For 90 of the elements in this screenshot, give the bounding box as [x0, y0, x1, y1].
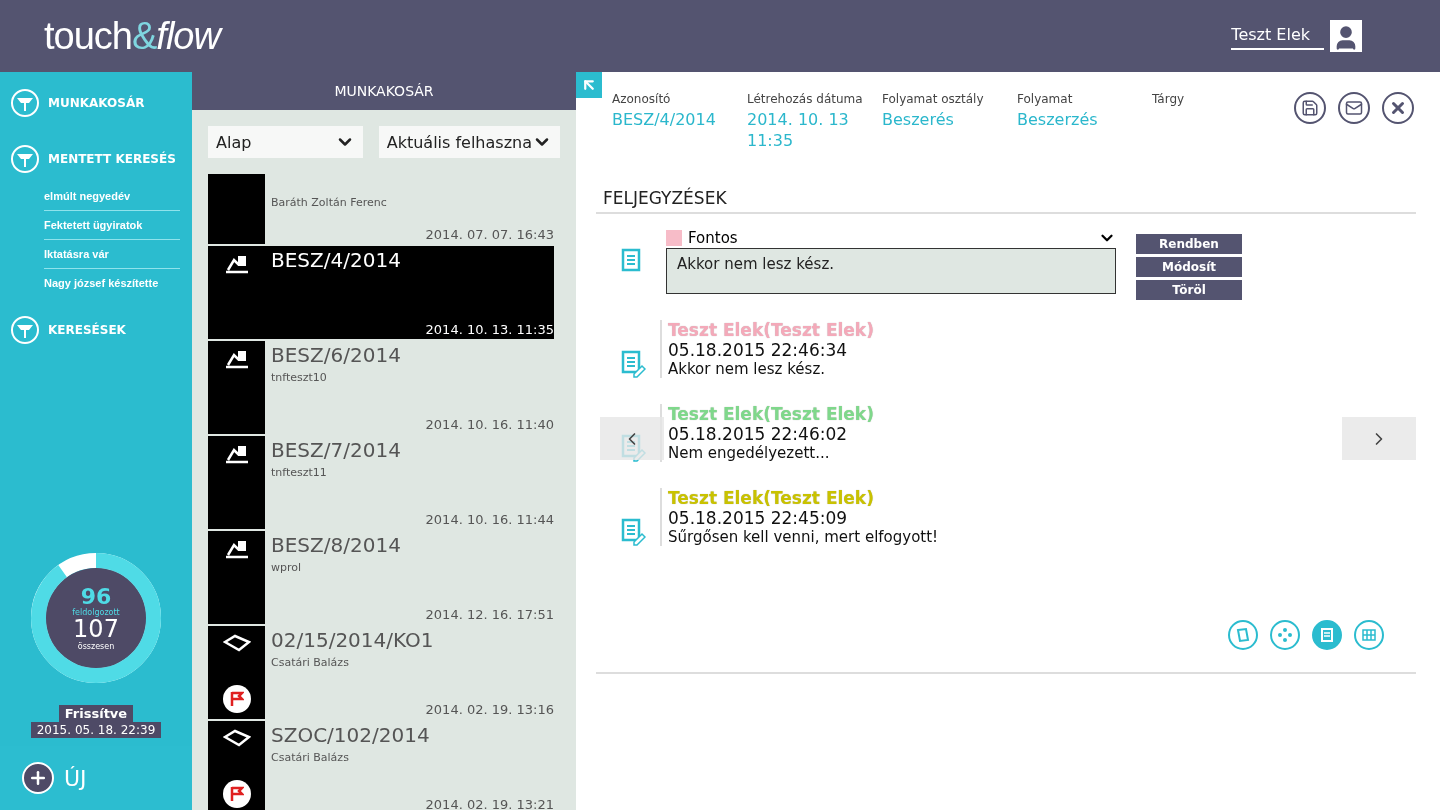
item-date: 2014. 10. 16. 11:44	[425, 512, 554, 529]
turnstile-icon	[10, 144, 40, 174]
list-item[interactable]: Baráth Zoltán Ferenc 2014. 07. 07. 16:43	[208, 174, 554, 244]
item-subtitle: tnfteszt10	[271, 371, 328, 384]
item-title: BESZ/7/2014	[271, 438, 402, 462]
field-value: BESZ/4/2014	[612, 110, 717, 131]
user-name[interactable]: Teszt Elek	[1231, 22, 1324, 50]
note-text: Sűrgősen kell venni, mert elfogyott!	[668, 527, 939, 546]
field-value: Beszerés	[882, 110, 955, 131]
grid-button[interactable]	[1354, 619, 1384, 650]
total-count: 107	[73, 616, 119, 643]
list-item[interactable]: BESZ/4/2014 2014. 10. 13. 11:35	[208, 246, 554, 339]
dots-button[interactable]	[1270, 619, 1300, 650]
refresh-time: 2015. 05. 18. 22:39	[30, 722, 162, 738]
list-item[interactable]: BESZ/6/2014 tnfteszt10 2014. 10. 16. 11:40	[208, 341, 554, 434]
mail-button[interactable]	[1338, 92, 1370, 124]
envelope-icon	[1345, 99, 1363, 117]
note-text: Nem engedélyezett...	[668, 443, 831, 462]
expand-button[interactable]	[576, 72, 602, 98]
item-date: 2014. 10. 16. 11:40	[425, 417, 554, 434]
list-item[interactable]: BESZ/7/2014 tnfteszt11 2014. 10. 16. 11:44	[208, 436, 554, 529]
note-author: Teszt Elek(Teszt Elek)	[668, 403, 874, 424]
item-date: 2014. 12. 16. 17:51	[425, 607, 554, 624]
add-button[interactable]	[22, 762, 54, 794]
item-subtitle: wprol	[271, 561, 303, 574]
field-label: Folyamat osztály	[882, 92, 985, 106]
note-button[interactable]	[1312, 619, 1342, 650]
action-button[interactable]: Módosít	[1136, 256, 1242, 277]
turnstile-icon	[10, 315, 40, 345]
flag-icon	[222, 780, 251, 808]
field-value: Beszerzés	[1017, 110, 1099, 131]
refresh-label: Frissítve	[58, 705, 134, 722]
list-header: MUNKAKOSÁR	[192, 72, 576, 110]
previous-button[interactable]	[600, 417, 664, 460]
item-date: 2014. 02. 19. 13:21	[425, 797, 554, 810]
note-icon	[1319, 626, 1335, 643]
turnstile-icon	[10, 88, 40, 118]
doc-button[interactable]	[1228, 619, 1258, 650]
processed-count: 96	[80, 584, 112, 608]
field-label: Tárgy	[1152, 92, 1186, 106]
processed-label: feldolgozott	[72, 607, 120, 617]
document-icon	[1235, 626, 1251, 643]
note-time: 05.18.2015 22:46:02	[668, 423, 849, 444]
note-time: 05.18.2015 22:45:09	[668, 507, 849, 528]
action-button[interactable]: Rendben	[1136, 233, 1242, 254]
dots-icon	[1277, 626, 1293, 643]
note-author: Teszt Elek(Teszt Elek)	[668, 487, 875, 508]
scale-icon	[223, 349, 250, 369]
item-title: 02/15/2014/KO1	[271, 628, 435, 652]
item-subtitle: Csatári Balázs	[271, 656, 350, 669]
note-input[interactable]: Akkor nem lesz kész.	[666, 247, 1116, 294]
close-icon	[1389, 99, 1407, 117]
item-title: BESZ/8/2014	[271, 533, 402, 557]
section-title: FELJEGYZÉSEK	[596, 187, 1416, 214]
item-date: 2014. 02. 19. 13:16	[425, 702, 554, 719]
tag-dropdown[interactable]: Fontos	[666, 227, 1116, 248]
book-icon	[222, 729, 251, 747]
book-icon	[222, 634, 251, 652]
scale-icon	[223, 539, 250, 559]
scale-icon	[223, 444, 250, 464]
scale-icon	[223, 254, 250, 274]
item-date: 2014. 07. 07. 16:43	[425, 227, 554, 244]
list-item[interactable]: 02/15/2014/KO1 Csatári Balázs 2014. 02. 19. 13:16	[208, 626, 554, 719]
flag-icon	[222, 685, 251, 713]
list-item[interactable]: SZOC/102/2014 Csatári Balázs 2014. 02. 19. 13:21	[208, 721, 554, 810]
total-label: összesen	[77, 642, 115, 652]
field-label: Folyamat	[1017, 92, 1074, 106]
field-label: Létrehozás dátuma	[747, 92, 864, 106]
action-button[interactable]: Töröl	[1136, 279, 1242, 300]
avatar-icon[interactable]	[1330, 20, 1362, 52]
close-button[interactable]	[1382, 92, 1414, 124]
grid-icon	[1361, 626, 1377, 643]
field-label: Azonosító	[612, 92, 672, 106]
item-subtitle: Csatári Balázs	[271, 751, 350, 764]
item-title: SZOC/102/2014	[271, 723, 431, 747]
item-title: BESZ/4/2014	[271, 248, 402, 272]
floppy-icon	[1301, 99, 1319, 117]
save-button[interactable]	[1294, 92, 1326, 124]
item-subtitle: Baráth Zoltán Ferenc	[271, 196, 388, 209]
note-author: Teszt Elek(Teszt Elek)	[668, 319, 874, 340]
list-item[interactable]: BESZ/8/2014 wprol 2014. 12. 16. 17:51	[208, 531, 554, 624]
note-time: 05.18.2015 22:46:34	[668, 339, 849, 360]
item-subtitle: tnfteszt11	[271, 466, 328, 479]
filter-dropdown[interactable]: Alap	[208, 126, 363, 158]
plus-icon	[28, 768, 48, 788]
filter-dropdown[interactable]: Aktuális felhaszna	[378, 126, 560, 158]
item-date: 2014. 10. 13. 11:35	[425, 322, 554, 339]
field-value: 2014. 10. 13 11:35	[747, 110, 850, 152]
note-text: Akkor nem lesz kész.	[668, 359, 827, 378]
item-title: BESZ/6/2014	[271, 343, 402, 367]
